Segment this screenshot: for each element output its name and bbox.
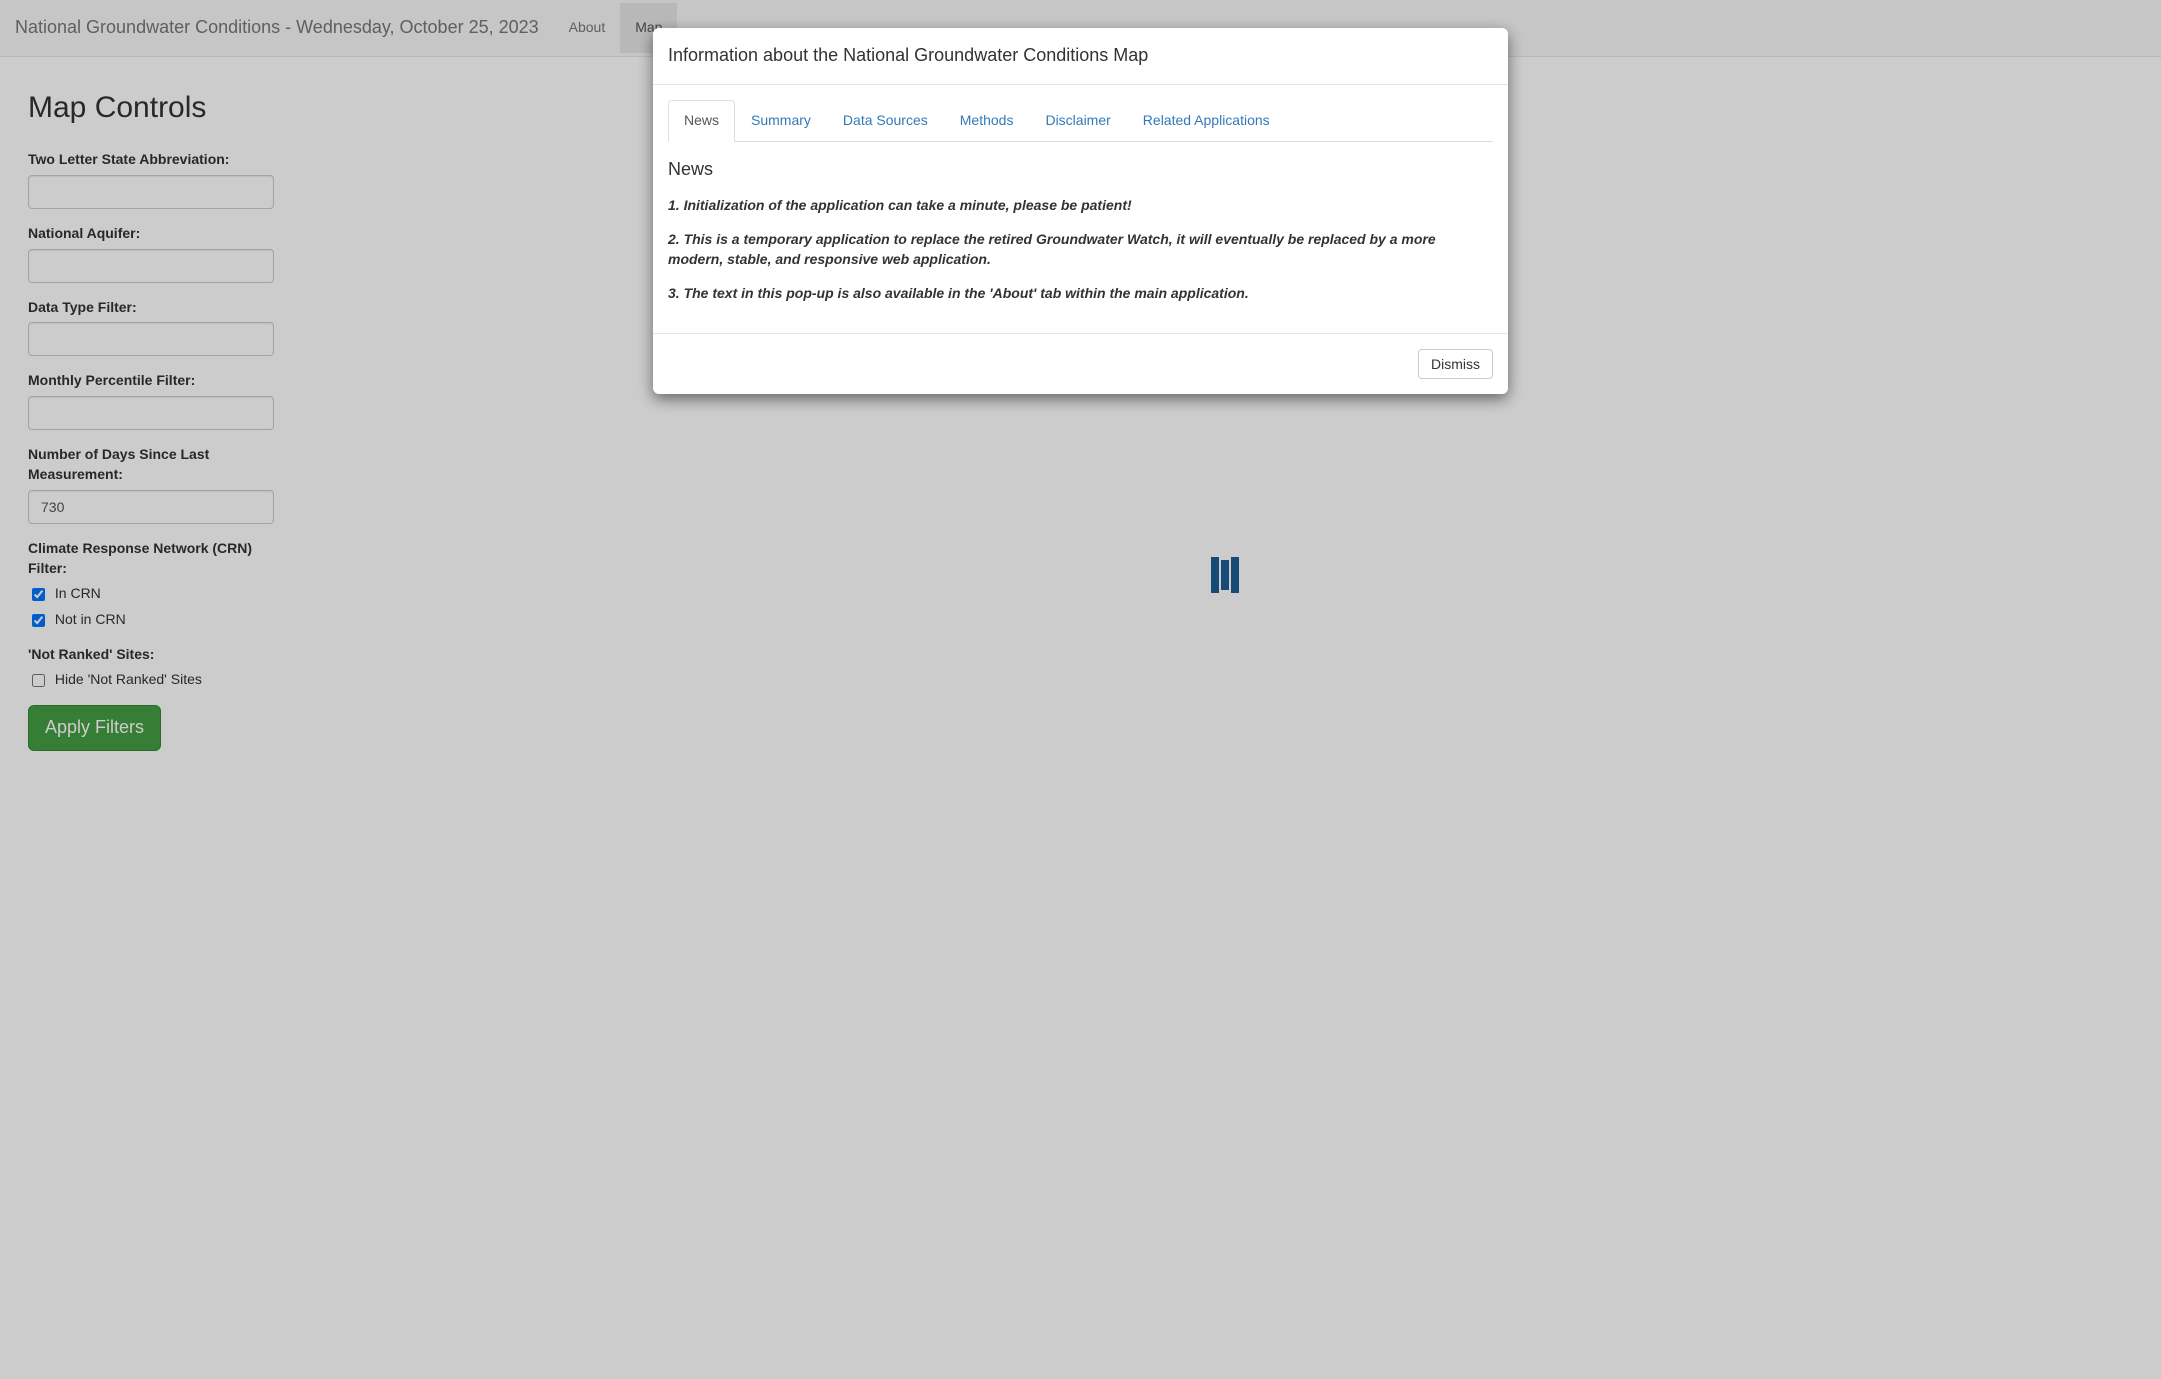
tab-related-applications[interactable]: Related Applications	[1127, 100, 1286, 141]
news-item-2: 2. This is a temporary application to re…	[668, 231, 1436, 267]
news-item-1: 1. Initialization of the application can…	[668, 197, 1132, 213]
dismiss-button[interactable]: Dismiss	[1418, 349, 1493, 379]
news-heading: News	[668, 157, 1493, 183]
modal-footer: Dismiss	[653, 333, 1508, 394]
news-item-3: 3. The text in this pop-up is also avail…	[668, 285, 1249, 301]
modal-tab-nav: News Summary Data Sources Methods Discla…	[668, 100, 1493, 142]
modal-title: Information about the National Groundwat…	[668, 43, 1493, 69]
modal-body: News Summary Data Sources Methods Discla…	[653, 85, 1508, 334]
tab-pane-news: News 1. Initialization of the applicatio…	[668, 157, 1493, 305]
tab-methods[interactable]: Methods	[944, 100, 1030, 141]
modal-dialog: Information about the National Groundwat…	[653, 28, 1508, 394]
modal-overlay: Information about the National Groundwat…	[0, 0, 2161, 1379]
tab-news[interactable]: News	[668, 100, 735, 141]
tab-disclaimer[interactable]: Disclaimer	[1029, 100, 1126, 141]
tab-data-sources[interactable]: Data Sources	[827, 100, 944, 141]
modal-header: Information about the National Groundwat…	[653, 28, 1508, 85]
tab-summary[interactable]: Summary	[735, 100, 827, 141]
